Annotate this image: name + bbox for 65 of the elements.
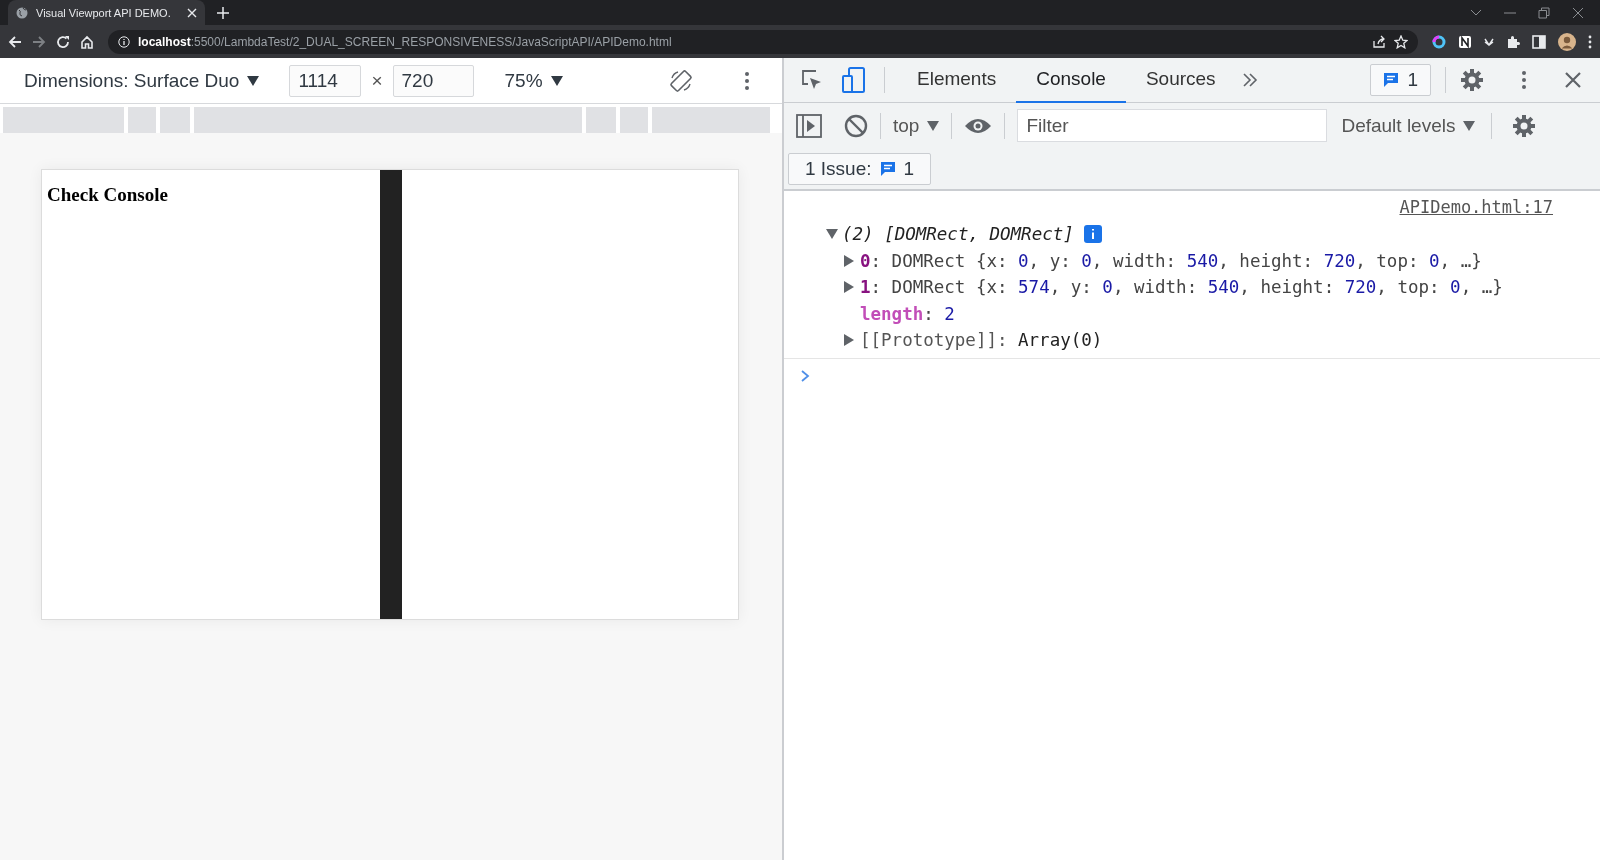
height-field[interactable]: 720 (392, 64, 474, 97)
restore-icon[interactable] (1538, 6, 1550, 19)
share-icon[interactable] (1372, 34, 1386, 49)
notebook-icon[interactable] (1458, 34, 1472, 49)
messages-button[interactable]: 1 (1370, 64, 1431, 96)
message-icon (879, 160, 896, 177)
star-icon[interactable] (1394, 34, 1408, 49)
clear-console-icon[interactable] (844, 113, 868, 138)
more-icon[interactable] (744, 70, 749, 91)
more-icon[interactable] (1588, 34, 1592, 49)
forward-icon[interactable] (32, 34, 46, 49)
collapsed-arrow-icon[interactable] (844, 254, 854, 267)
rotate-icon[interactable] (668, 68, 693, 93)
reload-icon[interactable] (56, 34, 70, 49)
settings-icon[interactable] (1512, 113, 1537, 138)
close-icon[interactable] (1572, 6, 1584, 19)
browser-tab[interactable]: Visual Viewport API DEMO. (8, 0, 205, 25)
info-icon (118, 35, 130, 48)
log-levels-dropdown[interactable]: Default levels (1341, 114, 1476, 137)
device-toggle-icon[interactable] (842, 67, 866, 93)
zoom-dropdown[interactable]: 75% (504, 69, 563, 92)
address-bar[interactable]: localhost:5500/LambdaTest/2_DUAL_SCREEN_RESPONSIVENESS/JavaScriptAPI/APIDemo.html (108, 29, 1418, 54)
collapsed-arrow-icon[interactable] (844, 281, 854, 294)
url-text: localhost:5500/LambdaTest/2_DUAL_SCREEN_RESPONSIVENESS/JavaScriptAPI/APIDemo.html (138, 34, 672, 49)
extension-icon[interactable] (1484, 36, 1494, 47)
console-property[interactable]: 1: DOMRect {x: 574, y: 0, width: 540, height: 720, top: 0, …} (860, 277, 1503, 298)
caret-down-icon (247, 75, 260, 86)
new-tab-icon[interactable] (217, 7, 229, 19)
info-icon (1083, 225, 1102, 244)
panel-tab[interactable]: Elements (897, 57, 1017, 103)
home-icon[interactable] (80, 34, 94, 49)
chevron-down-icon[interactable] (1470, 8, 1482, 17)
times-sign: × (371, 69, 383, 92)
expanded-arrow-icon[interactable] (826, 229, 838, 240)
tab-title: Visual Viewport API DEMO. (36, 6, 172, 19)
globe-icon (16, 6, 28, 19)
console-property[interactable]: [[Prototype]]: Array(0) (860, 330, 1103, 351)
collapsed-arrow-icon[interactable] (844, 334, 854, 347)
dimensions-dropdown[interactable]: Dimensions: Surface Duo (24, 69, 260, 92)
eye-icon[interactable] (964, 116, 993, 135)
more-icon[interactable] (1522, 70, 1526, 90)
width-field[interactable]: 1114 (289, 64, 362, 97)
side-panel-icon[interactable] (1532, 34, 1546, 49)
issues-button[interactable]: 1 Issue: 1 (788, 152, 932, 185)
context-dropdown[interactable]: top (893, 114, 940, 137)
ring-icon[interactable] (1432, 34, 1446, 49)
filter-field[interactable]: Filter (1017, 109, 1328, 142)
avatar-icon[interactable] (1558, 32, 1576, 51)
console-property: length: 2 (860, 303, 955, 324)
page-heading: Check Console (47, 184, 169, 206)
back-icon[interactable] (8, 34, 22, 49)
source-link[interactable]: APIDemo.html:17 (1399, 197, 1553, 221)
caret-down-icon (550, 75, 563, 86)
panel-tab[interactable]: Sources (1125, 57, 1236, 103)
console-property[interactable]: 0: DOMRect {x: 0, y: 0, width: 540, height: 720, top: 0, …} (860, 250, 1482, 271)
close-icon[interactable] (1564, 71, 1582, 89)
puzzle-icon[interactable] (1506, 34, 1520, 49)
sidebar-toggle-icon[interactable] (796, 113, 822, 138)
array-summary[interactable]: (2) [DOMRect, DOMRect] (842, 224, 1074, 245)
settings-icon[interactable] (1460, 68, 1484, 92)
message-icon (1383, 72, 1400, 88)
more-tabs-icon[interactable] (1241, 73, 1258, 87)
caret-down-icon (1463, 120, 1476, 131)
prompt-icon (800, 368, 810, 383)
caret-down-icon (927, 120, 940, 131)
